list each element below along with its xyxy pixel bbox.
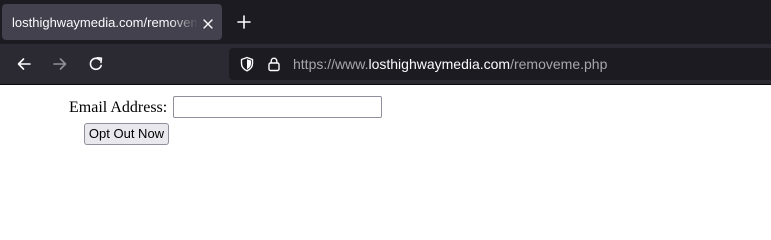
arrow-left-icon[interactable] (16, 56, 32, 72)
url-path: /removeme.php (510, 56, 608, 72)
url-text[interactable]: https://www.losthighwaymedia.com/removem… (293, 55, 607, 73)
tab-active[interactable]: losthighwaymedia.com/removeme.php (2, 4, 222, 40)
navigation-bar: https://www.losthighwaymedia.com/removem… (0, 44, 771, 84)
opt-out-button[interactable]: Opt Out Now (84, 123, 169, 145)
url-prefix: https://www. (293, 56, 369, 72)
reload-icon[interactable] (88, 56, 104, 72)
url-domain: losthighwaymedia.com (368, 56, 511, 72)
lock-icon[interactable] (266, 56, 282, 72)
plus-icon[interactable] (236, 14, 252, 30)
shield-icon[interactable] (239, 56, 255, 72)
arrow-right-icon[interactable] (52, 56, 68, 72)
browser-window: losthighwaymedia.com/removeme.php (0, 0, 771, 224)
page-content: Email Address: Opt Out Now (0, 85, 771, 224)
email-label: Email Address: (69, 99, 168, 116)
url-bar[interactable]: https://www.losthighwaymedia.com/removem… (229, 48, 771, 80)
close-icon[interactable] (201, 17, 215, 31)
tab-strip: losthighwaymedia.com/removeme.php (0, 0, 771, 44)
tab-title: losthighwaymedia.com/removeme.php (12, 15, 198, 30)
email-input[interactable] (173, 96, 382, 118)
